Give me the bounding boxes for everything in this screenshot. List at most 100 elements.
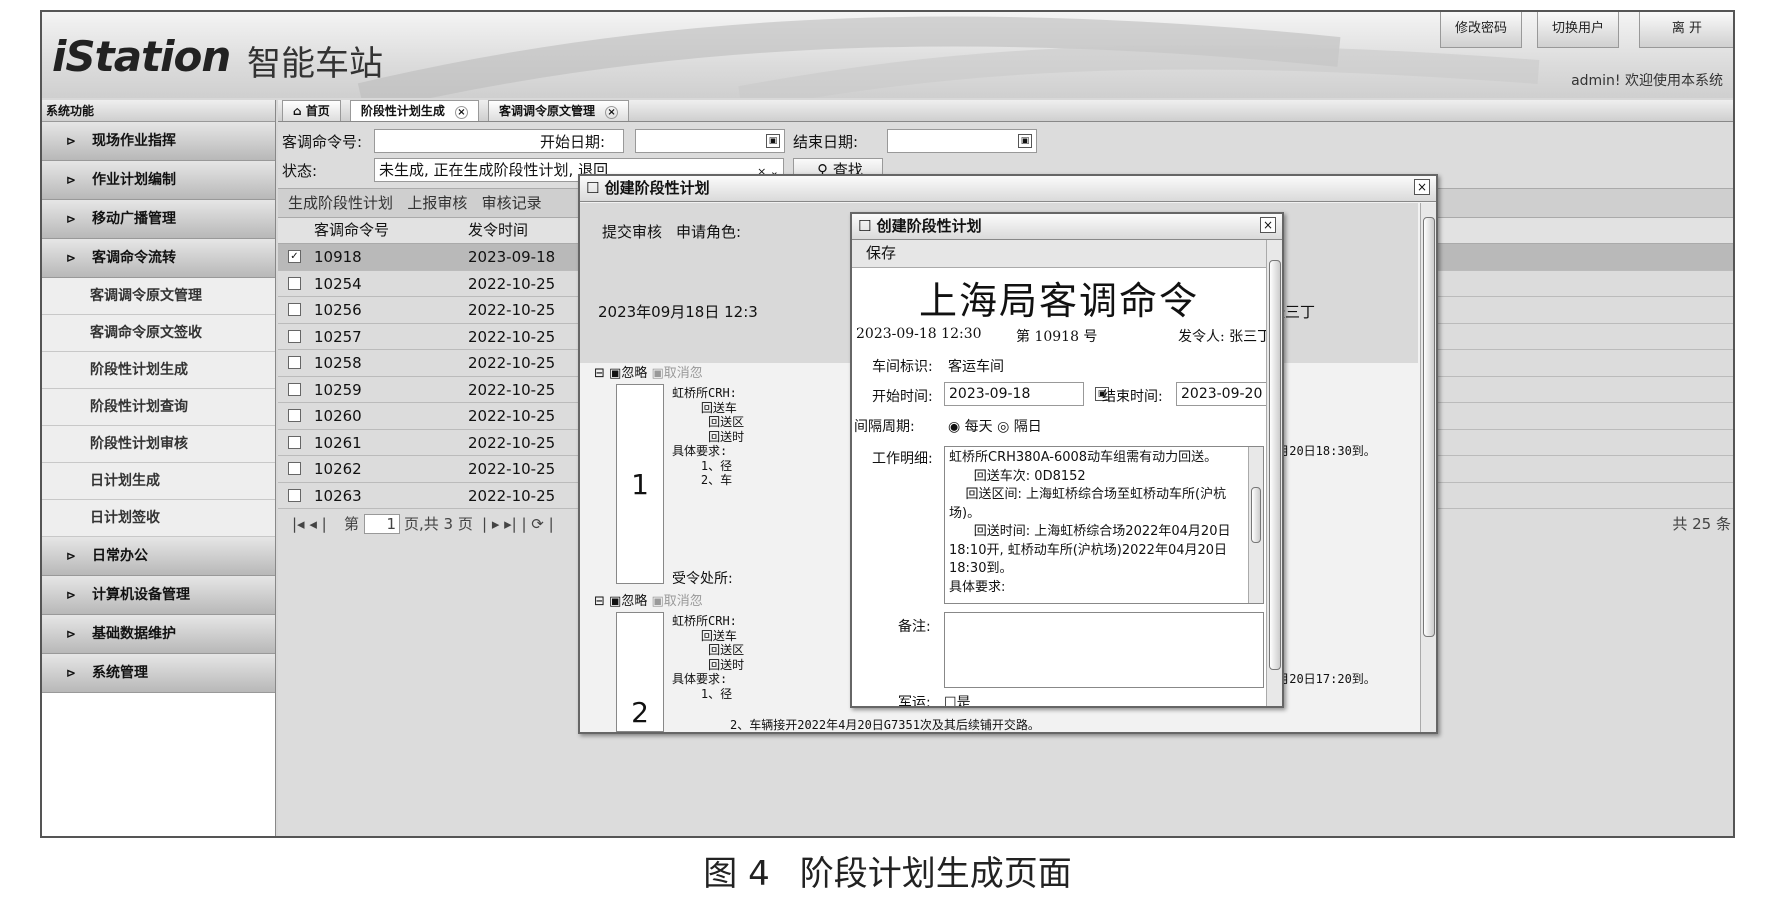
column-header-order-no[interactable]: 客调命令号 xyxy=(314,218,389,243)
row-checkbox[interactable] xyxy=(288,409,301,422)
pager-next-last-icon[interactable]: | ▸ ▸| | ⟳ | xyxy=(482,510,554,538)
sidebar-item-daily-plan-receive[interactable]: 日计划签收 xyxy=(42,500,275,537)
expand-arrow-icon: ⊳ xyxy=(66,666,77,680)
row-checkbox[interactable] xyxy=(288,276,301,290)
sidebar-item-order-text-receive[interactable]: 客调命令原文签收 xyxy=(42,315,275,352)
ignore-button[interactable]: ▣忽略 xyxy=(609,594,647,609)
sidebar-group-base-data[interactable]: ⊳ 基础数据维护 xyxy=(42,615,275,654)
end-time-label: 结束时间: xyxy=(1102,389,1163,405)
order-no-label: 客调命令号: xyxy=(282,133,363,151)
sidebar-item-daily-plan-generate[interactable]: 日计划生成 xyxy=(42,463,275,500)
cell-issue-time: 2022-10-25 xyxy=(468,354,556,372)
calendar-icon[interactable]: ▣ xyxy=(1018,134,1032,148)
tab-order-text-manage[interactable]: 客调调令原文管理 × xyxy=(488,100,630,121)
pager-suffix: 页,共 3 页 xyxy=(404,515,473,533)
expand-arrow-icon: ⊳ xyxy=(66,134,77,148)
generate-plan-button[interactable]: 生成阶段性计划 xyxy=(288,194,393,212)
logout-button[interactable]: 离 开 xyxy=(1639,12,1733,48)
sidebar-group-computer-devices[interactable]: ⊳ 计算机设备管理 xyxy=(42,576,275,615)
sidebar-group-broadcast[interactable]: ⊳ 移动广播管理 xyxy=(42,200,275,239)
plan-item-number: 2 xyxy=(616,612,664,732)
plan-item-line: 回送车 xyxy=(672,628,737,643)
cell-issue-time: 2022-10-25 xyxy=(468,301,556,319)
calendar-icon[interactable]: ▣ xyxy=(766,134,780,148)
start-time-input[interactable]: 2023-09-18 ▣ xyxy=(944,382,1109,406)
row-checkbox[interactable] xyxy=(288,462,301,475)
submit-review-button[interactable]: 上报审核 xyxy=(407,194,467,212)
remark-textarea[interactable] xyxy=(944,612,1264,688)
save-button[interactable]: 保存 xyxy=(852,240,1266,268)
row-checkbox[interactable] xyxy=(288,435,301,449)
scrollbar-thumb[interactable] xyxy=(1251,487,1261,543)
sidebar-group-label: 日常办公 xyxy=(92,548,148,564)
end-date-input[interactable]: ▣ xyxy=(887,129,1037,153)
collapse-icon[interactable]: ⊟ xyxy=(594,366,609,381)
switch-user-button[interactable]: 切换用户 xyxy=(1537,12,1620,48)
plan-item-line: 回送车 xyxy=(672,400,737,415)
row-checkbox[interactable]: ✓ xyxy=(288,250,301,263)
military-checkbox[interactable]: ☐是 xyxy=(944,692,971,706)
cell-order-no: 10257 xyxy=(314,327,362,346)
start-time-value: 2023-09-18 xyxy=(949,386,1031,402)
row-checkbox[interactable] xyxy=(288,488,301,502)
tab-home[interactable]: ⌂ 首页 xyxy=(282,100,341,121)
start-date-input[interactable]: ▣ xyxy=(635,129,785,153)
review-log-button[interactable]: 审核记录 xyxy=(482,194,542,212)
tab-bar: ⌂ 首页 阶段性计划生成 × 客调调令原文管理 × xyxy=(278,100,1733,122)
sidebar-item-order-text-manage[interactable]: 客调调令原文管理 xyxy=(42,278,275,315)
home-icon: ⌂ xyxy=(293,104,306,118)
role-label: 申请角色: xyxy=(676,223,742,241)
plan-item-arrival: 4月20日17:20到。 xyxy=(1270,672,1376,686)
row-checkbox[interactable] xyxy=(288,329,301,343)
sidebar-item-stage-plan-review[interactable]: 阶段性计划审核 xyxy=(42,426,275,463)
radio-daily[interactable]: ◉ 每天 xyxy=(948,419,993,435)
dialog-scrollbar[interactable] xyxy=(1420,203,1436,732)
tab-stage-plan-generate[interactable]: 阶段性计划生成 × xyxy=(349,100,479,121)
ignore-button[interactable]: ▣忽略 xyxy=(609,366,647,381)
work-detail-textarea[interactable]: 虹桥所CRH380A-6008动车组需有动力回送。 回送车次: 0D8152 回… xyxy=(944,446,1264,604)
close-tab-icon[interactable]: × xyxy=(605,106,619,119)
plan-item-line: 虹桥所CRH: xyxy=(672,614,737,628)
radio-alternate[interactable]: ◎ 隔日 xyxy=(997,419,1042,435)
sidebar-group-work-plan[interactable]: ⊳ 作业计划编制 xyxy=(42,161,275,200)
interval-radio-group: ◉ 每天 ◎ 隔日 xyxy=(948,416,1042,436)
expand-arrow-icon: ⊳ xyxy=(66,212,77,226)
sidebar-group-dispatch-order[interactable]: ⊳ 客调命令流转 xyxy=(42,239,275,278)
sidebar: 系统功能 ⊳ 现场作业指挥 ⊳ 作业计划编制 ⊳ 移动广播管理 ⊳ 客调命令流转 客调调… xyxy=(42,100,276,836)
submit-review-button[interactable]: 提交审核 xyxy=(602,221,662,242)
cell-order-no: 10258 xyxy=(314,354,362,372)
sidebar-item-stage-plan-generate[interactable]: 阶段性计划生成 xyxy=(42,352,275,389)
sidebar-group-office[interactable]: ⊳ 日常办公 xyxy=(42,537,275,576)
vehicle-value: 客运车间 xyxy=(948,359,1004,375)
cancel-ignore-button[interactable]: ▣取消忽 xyxy=(651,594,702,609)
row-checkbox[interactable] xyxy=(288,356,301,369)
close-tab-icon[interactable]: × xyxy=(454,106,468,119)
close-dialog-button[interactable]: × xyxy=(1260,217,1276,233)
change-password-button[interactable]: 修改密码 xyxy=(1440,12,1523,48)
dialog-scrollbar[interactable] xyxy=(1266,240,1282,706)
app-logo-subtitle: 智能车站 xyxy=(247,44,383,84)
start-date-label: 开始日期: xyxy=(540,133,606,151)
cancel-ignore-button[interactable]: ▣取消忽 xyxy=(651,366,702,381)
sidebar-group-label: 作业计划编制 xyxy=(92,172,176,188)
scrollbar-thumb[interactable] xyxy=(1423,217,1435,637)
row-checkbox[interactable] xyxy=(288,382,301,396)
sidebar-item-stage-plan-query[interactable]: 阶段性计划查询 xyxy=(42,389,275,426)
plan-item-text: 虹桥所CRH: 回送车 回送区 回送时 具体要求: 1、径 2、车 xyxy=(672,386,744,488)
scrollbar-thumb[interactable] xyxy=(1269,260,1281,670)
expand-arrow-icon: ⊳ xyxy=(66,549,77,563)
dialog-title: 创建阶段性计划 xyxy=(604,179,710,197)
pager-first-prev-icon[interactable]: |◂ ◂ | xyxy=(292,510,327,538)
sidebar-group-field-command[interactable]: ⊳ 现场作业指挥 xyxy=(42,122,275,161)
sidebar-group-system[interactable]: ⊳ 系统管理 xyxy=(42,654,275,693)
issue-date-text: 2023年09月18日 12:3 xyxy=(598,303,758,321)
column-header-issue-time[interactable]: 发令时间 xyxy=(468,218,528,243)
cell-order-no: 10262 xyxy=(314,460,362,478)
row-checkbox[interactable] xyxy=(288,303,301,316)
close-dialog-button[interactable]: × xyxy=(1414,179,1430,195)
pager-page-input[interactable]: 1 xyxy=(364,514,400,534)
pager-prefix: 第 xyxy=(344,515,360,533)
textarea-scrollbar[interactable] xyxy=(1248,447,1263,603)
collapse-icon[interactable]: ⊟ xyxy=(594,594,609,609)
sidebar-title: 系统功能 xyxy=(42,100,275,122)
